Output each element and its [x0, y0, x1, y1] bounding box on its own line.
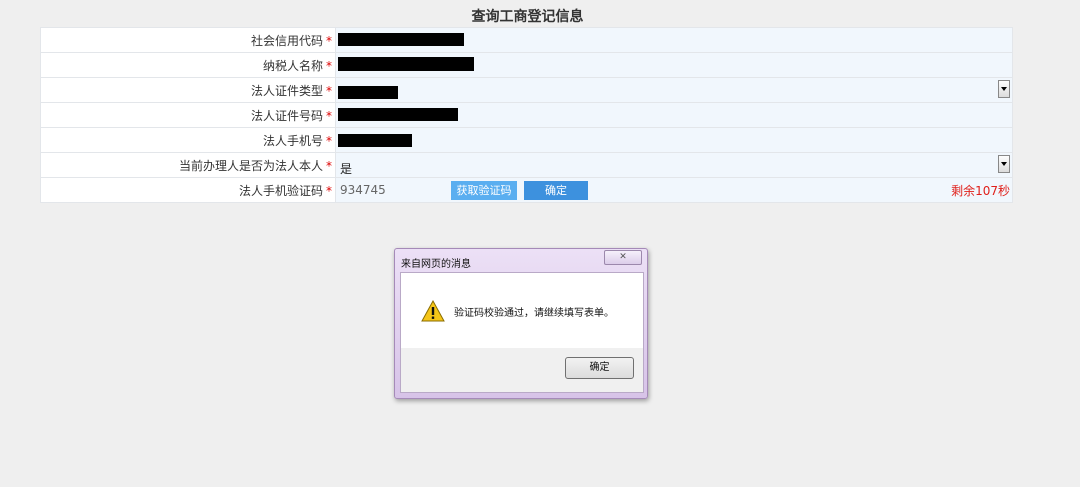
row-taxpayer-name: 纳税人名称 *	[40, 52, 1013, 78]
verify-code-input[interactable]: 934745	[340, 183, 386, 197]
dialog-message: 验证码校验通过，请继续填写表单。	[454, 308, 614, 319]
taxpayer-name-label: 纳税人名称	[262, 58, 323, 73]
row-id-type: 法人证件类型 *	[40, 77, 1013, 103]
chevron-down-icon[interactable]	[998, 155, 1010, 173]
row-verify-code: 法人手机验证码 * 934745 获取验证码 确定 剩余107秒	[40, 177, 1013, 203]
redacted-value	[338, 33, 464, 46]
dialog-title: 来自网页的消息	[401, 259, 471, 270]
required-mark: *	[326, 33, 332, 48]
ok-button[interactable]: 确定	[565, 357, 634, 379]
is-legal-person-value: 是	[340, 162, 353, 176]
row-credit-code: 社会信用代码 *	[40, 27, 1013, 53]
id-number-label: 法人证件号码	[250, 108, 323, 123]
verify-code-label: 法人手机验证码	[238, 183, 323, 198]
get-code-button[interactable]: 获取验证码	[451, 181, 517, 200]
credit-code-label: 社会信用代码	[250, 33, 323, 48]
is-legal-person-select[interactable]: 是	[335, 152, 1013, 178]
countdown-text: 剩余107秒	[951, 184, 1010, 198]
redacted-value	[338, 57, 474, 71]
row-id-number: 法人证件号码 *	[40, 102, 1013, 128]
redacted-value	[338, 86, 398, 99]
row-phone: 法人手机号 *	[40, 127, 1013, 153]
id-type-label: 法人证件类型	[250, 83, 323, 98]
close-icon[interactable]: ✕	[604, 250, 642, 265]
redacted-value	[338, 134, 412, 147]
required-mark: *	[326, 108, 332, 123]
chevron-down-icon[interactable]	[998, 80, 1010, 98]
id-type-select[interactable]	[335, 77, 1013, 103]
required-mark: *	[326, 58, 332, 73]
required-mark: *	[326, 158, 332, 173]
phone-label: 法人手机号	[262, 133, 323, 148]
credit-code-field[interactable]	[335, 27, 1013, 53]
row-is-legal-person: 当前办理人是否为法人本人 * 是	[40, 152, 1013, 178]
page-title: 查询工商登记信息	[471, 9, 584, 25]
required-mark: *	[326, 183, 332, 198]
is-legal-person-label: 当前办理人是否为法人本人	[178, 158, 323, 173]
phone-field[interactable]	[335, 127, 1013, 153]
confirm-button[interactable]: 确定	[524, 181, 588, 200]
id-number-field[interactable]	[335, 102, 1013, 128]
required-mark: *	[326, 83, 332, 98]
warning-icon	[421, 300, 445, 322]
verify-code-cell: 934745 获取验证码 确定 剩余107秒	[335, 177, 1013, 203]
required-mark: *	[326, 133, 332, 148]
dialog-body: 验证码校验通过，请继续填写表单。 确定	[400, 272, 644, 393]
registration-form: 社会信用代码 * 纳税人名称 * 法人证件类型 * 法人证件号码 * 法人手机号 * 当前…	[40, 27, 1013, 203]
alert-dialog: 来自网页的消息 ✕ 验证码校验通过，请继续填写表单。 确定	[394, 248, 648, 399]
taxpayer-name-field[interactable]	[335, 52, 1013, 78]
redacted-value	[338, 108, 458, 121]
